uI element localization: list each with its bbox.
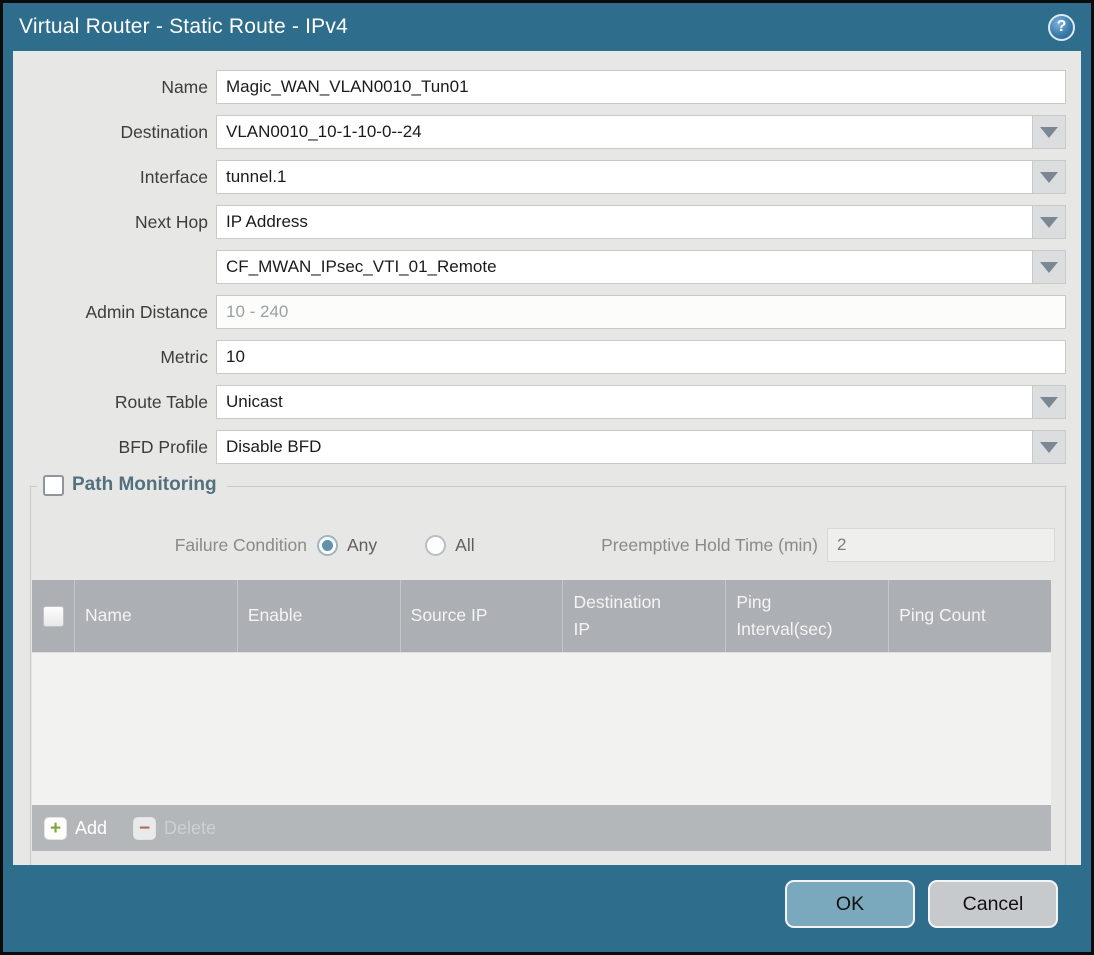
destination-input[interactable]	[217, 116, 1032, 148]
destination-combo	[216, 115, 1066, 149]
bfd-profile-dropdown-button[interactable]	[1032, 431, 1065, 463]
next-hop-combo	[216, 205, 1066, 239]
plus-icon: +	[44, 816, 67, 840]
interface-input[interactable]	[217, 161, 1032, 193]
column-header-name[interactable]: Name	[74, 580, 237, 652]
interface-label: Interface	[139, 166, 208, 187]
path-monitoring-section: Path Monitoring Failure Condition Any Al…	[30, 474, 1066, 865]
chevron-down-icon	[1040, 216, 1058, 228]
bfd-profile-combo	[216, 430, 1066, 464]
failure-condition-label: Failure Condition	[174, 534, 307, 555]
next-hop-address-input[interactable]	[217, 251, 1032, 283]
table-body-empty[interactable]	[32, 652, 1051, 805]
column-header-ping-count[interactable]: Ping Count	[888, 580, 1051, 652]
name-input[interactable]	[216, 70, 1066, 104]
delete-button-label: Delete	[164, 817, 217, 838]
preemptive-hold-time-label: Preemptive Hold Time (min)	[601, 534, 818, 555]
metric-field	[216, 340, 1066, 374]
path-monitoring-title: Path Monitoring	[72, 474, 217, 495]
next-hop-address-combo	[216, 250, 1066, 284]
failure-condition-all-label: All	[455, 534, 475, 555]
admin-distance-row: Admin Distance	[26, 295, 1066, 329]
name-field	[216, 70, 1066, 104]
chevron-down-icon	[1040, 396, 1058, 408]
path-monitoring-checkbox[interactable]	[43, 474, 64, 496]
chevron-down-icon	[1040, 126, 1058, 138]
next-hop-address-row	[26, 250, 1066, 284]
metric-input[interactable]	[216, 340, 1066, 374]
column-header-source-ip[interactable]: Source IP	[399, 580, 563, 652]
dialog-titlebar: Virtual Router - Static Route - IPv4 ?	[3, 3, 1091, 51]
route-table-label: Route Table	[114, 391, 208, 412]
failure-condition-any-radio[interactable]	[317, 534, 338, 556]
interface-row: Interface	[26, 160, 1066, 194]
metric-label: Metric	[160, 346, 208, 367]
column-header-destination-ip[interactable]: Destination IP	[562, 580, 725, 652]
chevron-down-icon	[1040, 261, 1058, 273]
select-all-checkbox[interactable]	[42, 605, 64, 627]
add-button[interactable]: + Add	[44, 816, 108, 840]
admin-distance-input[interactable]	[216, 295, 1066, 329]
failure-condition-any-label: Any	[347, 534, 378, 555]
next-hop-label: Next Hop	[135, 211, 208, 232]
dialog-content: Name Destination Interface Next Hop	[13, 51, 1081, 865]
path-monitoring-table: Name Enable Source IP Destination IP Pin…	[32, 580, 1051, 851]
cancel-button[interactable]: Cancel	[928, 880, 1058, 928]
path-monitoring-legend: Path Monitoring	[37, 474, 227, 496]
interface-dropdown-button[interactable]	[1032, 161, 1065, 193]
route-table-dropdown-button[interactable]	[1032, 386, 1065, 418]
route-table-combo	[216, 385, 1066, 419]
column-header-ping-interval[interactable]: Ping Interval(sec)	[725, 580, 888, 652]
table-footer: + Add − Delete	[32, 805, 1051, 851]
minus-icon: −	[133, 816, 157, 840]
interface-combo	[216, 160, 1066, 194]
destination-row: Destination	[26, 115, 1066, 149]
name-row: Name	[26, 70, 1066, 104]
route-table-row: Route Table	[26, 385, 1066, 419]
next-hop-type-input[interactable]	[217, 206, 1032, 238]
failure-condition-all-radio[interactable]	[425, 534, 447, 556]
help-icon[interactable]: ?	[1048, 13, 1075, 41]
bfd-profile-label: BFD Profile	[118, 436, 208, 457]
next-hop-dropdown-button[interactable]	[1032, 206, 1065, 238]
bfd-profile-row: BFD Profile	[26, 430, 1066, 464]
admin-distance-label: Admin Distance	[85, 301, 208, 322]
dialog-title: Virtual Router - Static Route - IPv4	[19, 15, 348, 38]
admin-distance-field	[216, 295, 1066, 329]
chevron-down-icon	[1040, 171, 1058, 183]
ok-button[interactable]: OK	[785, 880, 915, 928]
chevron-down-icon	[1040, 441, 1058, 453]
column-header-enable[interactable]: Enable	[236, 580, 400, 652]
failure-condition-row: Failure Condition Any All Preemptive Hol…	[31, 527, 1057, 563]
bfd-profile-input[interactable]	[217, 431, 1032, 463]
preemptive-hold-time-input[interactable]	[827, 528, 1055, 562]
metric-row: Metric	[26, 340, 1066, 374]
next-hop-row: Next Hop	[26, 205, 1066, 239]
add-button-label: Add	[75, 817, 108, 838]
static-route-dialog: Virtual Router - Static Route - IPv4 ? N…	[0, 0, 1094, 955]
delete-button[interactable]: − Delete	[133, 816, 217, 840]
destination-dropdown-button[interactable]	[1032, 116, 1065, 148]
dialog-footer: OK Cancel	[3, 865, 1091, 952]
name-label: Name	[161, 76, 208, 97]
route-table-input[interactable]	[217, 386, 1032, 418]
destination-label: Destination	[120, 121, 208, 142]
select-all-cell	[32, 580, 74, 652]
next-hop-address-dropdown-button[interactable]	[1032, 251, 1065, 283]
table-header: Name Enable Source IP Destination IP Pin…	[32, 580, 1051, 652]
